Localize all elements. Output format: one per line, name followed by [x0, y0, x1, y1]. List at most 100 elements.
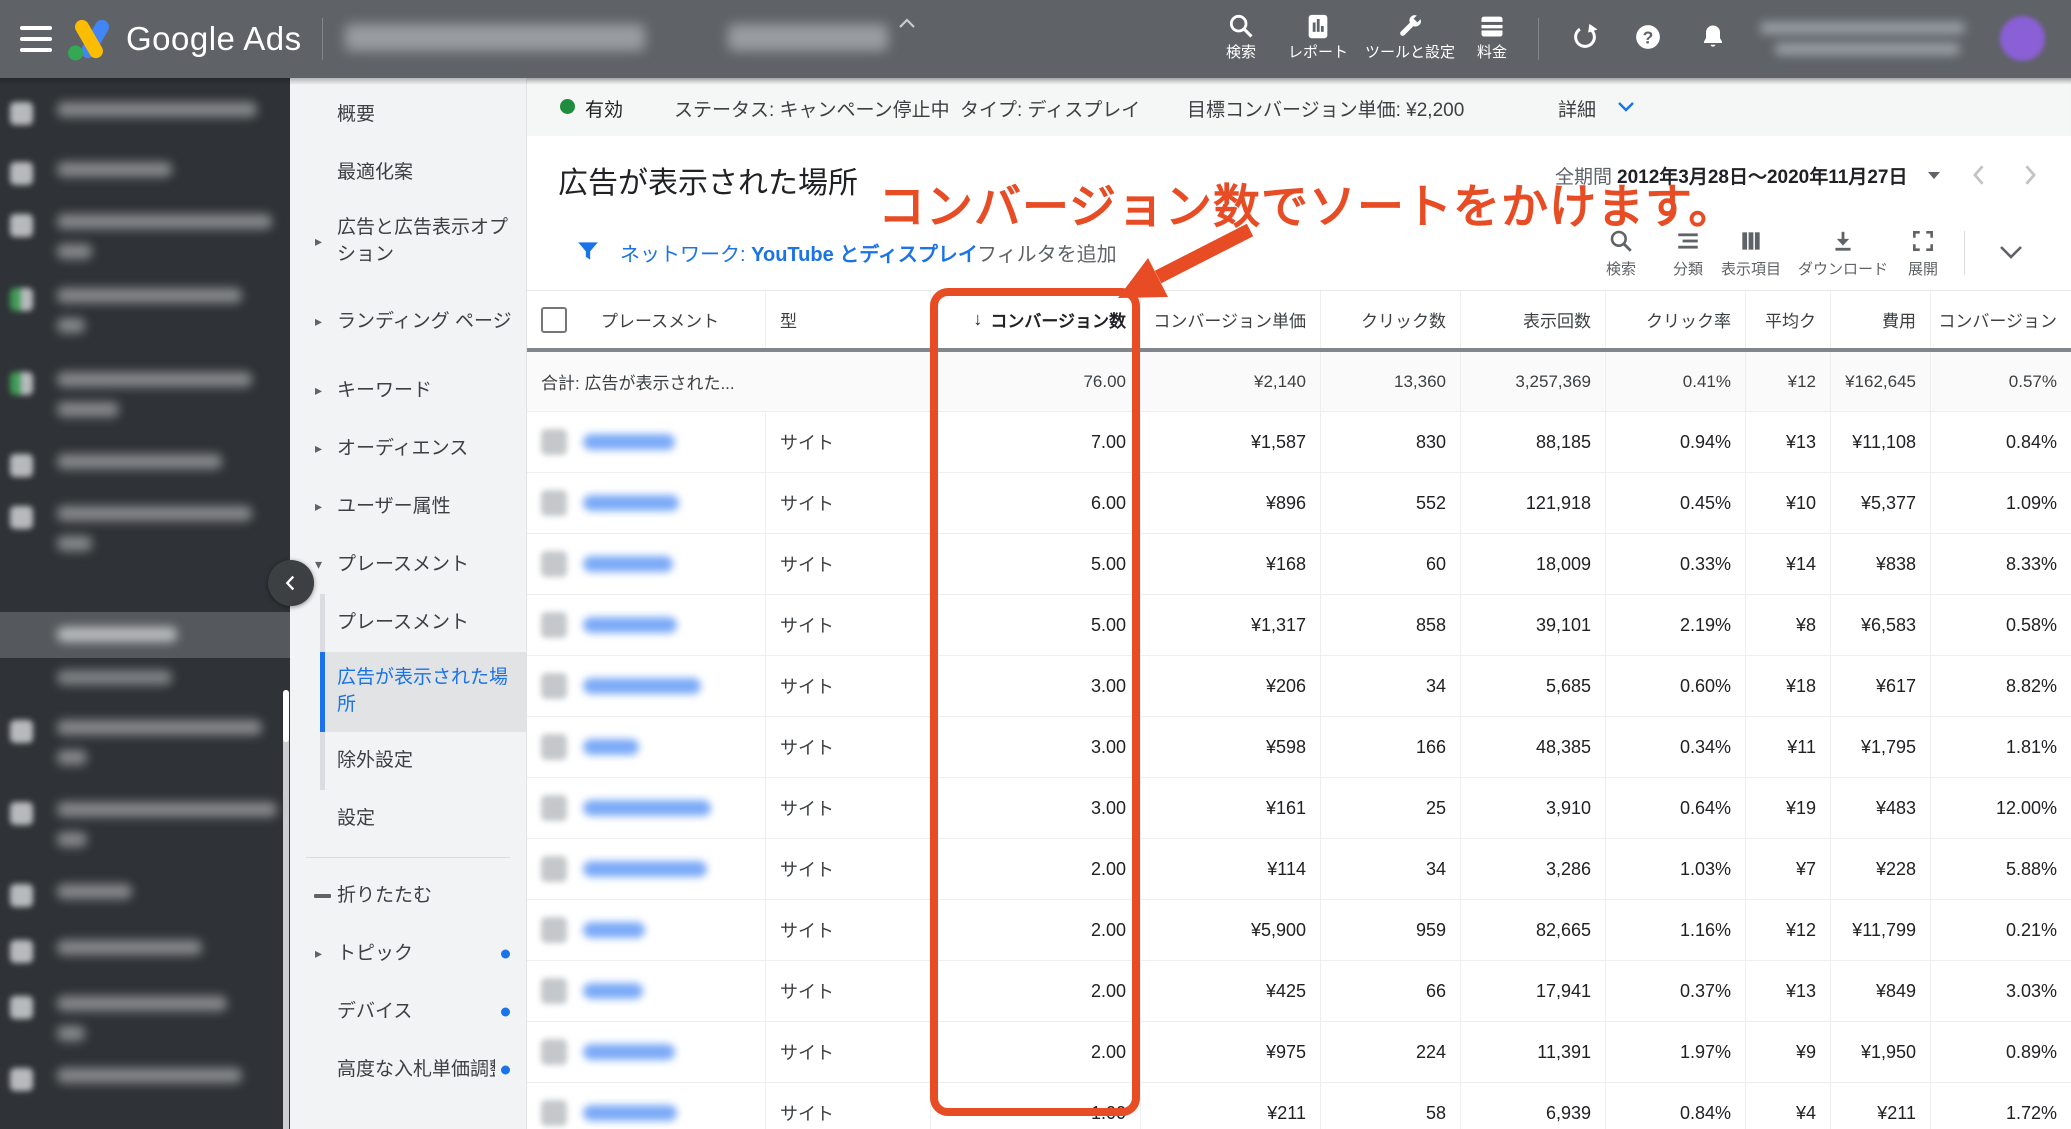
campaign-item-redacted[interactable]: [0, 156, 290, 196]
campaign-item-redacted[interactable]: [0, 796, 290, 868]
column-header-6[interactable]: クリック率: [1605, 291, 1745, 348]
column-header-2[interactable]: ↓ コンバージョン数: [930, 291, 1140, 348]
user-avatar[interactable]: [2000, 16, 2045, 61]
cell-placement: [527, 961, 765, 1021]
chevron-up-icon[interactable]: [897, 16, 917, 30]
column-header-4[interactable]: クリック数: [1320, 291, 1460, 348]
cell-conversions: 6.00: [930, 473, 1140, 533]
hamburger-menu-icon[interactable]: [20, 26, 52, 52]
redacted-text: [57, 1026, 85, 1041]
campaign-item-selected-redacted[interactable]: [0, 612, 290, 658]
network-filter-chip[interactable]: ネットワーク: YouTube とディスプレイ: [620, 238, 978, 267]
notifications-bell-icon[interactable]: [1698, 22, 1728, 52]
sidebar-collapse-button[interactable]: [268, 560, 314, 606]
placement-link-redacted[interactable]: [583, 556, 673, 572]
row-checkbox-redacted[interactable]: [541, 673, 567, 699]
next-date-button[interactable]: [2016, 160, 2044, 190]
row-checkbox-redacted[interactable]: [541, 795, 567, 821]
nav-item-advanced-bid-adjustments[interactable]: 高度な入札単価調整: [290, 1041, 526, 1099]
prev-date-button[interactable]: [1965, 160, 1993, 190]
date-dropdown-caret-icon[interactable]: [1927, 170, 1941, 180]
placement-link-redacted[interactable]: [583, 739, 639, 755]
columns-button[interactable]: 表示項目: [1709, 228, 1793, 279]
nav-item-exclusions[interactable]: 除外設定: [320, 732, 526, 790]
column-header-1[interactable]: 型: [765, 291, 930, 348]
row-checkbox-redacted[interactable]: [541, 551, 567, 577]
nav-item-devices[interactable]: デバイス: [290, 983, 526, 1041]
campaign-item-redacted[interactable]: [0, 878, 290, 918]
placement-link-redacted[interactable]: [583, 983, 643, 999]
cell-cost_per_conv: ¥425: [1140, 961, 1320, 1021]
row-checkbox-redacted[interactable]: [541, 856, 567, 882]
nav-item-placements[interactable]: ▾ プレースメント: [290, 536, 526, 594]
date-range-picker[interactable]: 2012年3月28日〜2020年11月27日: [1617, 162, 1907, 189]
topbar-billing-button[interactable]: 料金: [1444, 12, 1540, 62]
adgroup-selector-redacted[interactable]: [728, 24, 888, 51]
cell-type: サイト: [765, 595, 930, 655]
row-checkbox-redacted[interactable]: [541, 1100, 567, 1126]
date-range-period[interactable]: 全期間: [1555, 162, 1612, 189]
campaign-item-redacted[interactable]: [0, 1062, 290, 1102]
nav-item-keywords[interactable]: ▸ キーワード: [290, 362, 526, 420]
expand-icon: [1913, 231, 1933, 251]
campaign-selector-redacted[interactable]: [345, 24, 645, 51]
campaign-status-icon: [10, 162, 33, 185]
redacted-text: [57, 750, 87, 765]
campaign-item-redacted[interactable]: [0, 934, 290, 974]
nav-item-topics[interactable]: ▸ トピック: [290, 925, 526, 983]
nav-item-collapse-nav[interactable]: 折りたたむ: [290, 867, 526, 925]
collapse-table-chevron-icon[interactable]: [1997, 243, 2025, 261]
row-checkbox-redacted[interactable]: [541, 612, 567, 638]
nav-item-where-ads-shown[interactable]: 広告が表示された場所: [320, 652, 526, 732]
row-checkbox-redacted[interactable]: [541, 978, 567, 1004]
placement-link-redacted[interactable]: [583, 617, 677, 633]
column-header-7[interactable]: 平均ク: [1745, 291, 1830, 348]
campaign-item-redacted[interactable]: [0, 714, 290, 786]
column-header-8[interactable]: 費用: [1830, 291, 1930, 348]
add-filter-button[interactable]: フィルタを追加: [977, 238, 1117, 267]
row-checkbox-redacted[interactable]: [541, 490, 567, 516]
campaign-item-redacted[interactable]: [0, 990, 290, 1062]
placement-link-redacted[interactable]: [583, 800, 711, 816]
placement-link-redacted[interactable]: [583, 434, 675, 450]
campaign-item-redacted[interactable]: [0, 282, 290, 354]
nav-item-overview[interactable]: 概要: [290, 86, 526, 144]
refresh-icon[interactable]: [1570, 22, 1600, 52]
cell-clicks: 66: [1320, 961, 1460, 1021]
nav-item-demographics[interactable]: ▸ ユーザー属性: [290, 478, 526, 536]
filter-funnel-icon[interactable]: [575, 238, 601, 264]
nav-item-audiences[interactable]: ▸ オーディエンス: [290, 420, 526, 478]
placement-link-redacted[interactable]: [583, 861, 707, 877]
topbar-reports-button[interactable]: レポート: [1270, 12, 1366, 62]
row-checkbox-redacted[interactable]: [541, 917, 567, 943]
placement-link-redacted[interactable]: [583, 922, 645, 938]
row-checkbox-redacted[interactable]: [541, 1039, 567, 1065]
campaign-item-redacted[interactable]: [0, 366, 290, 438]
column-header-0[interactable]: プレースメント: [527, 291, 765, 348]
target-cpa: 目標コンバージョン単価: ¥2,200: [1187, 100, 1465, 121]
campaign-item-redacted[interactable]: [0, 96, 290, 136]
nav-item-landing-pages[interactable]: ▸ ランディング ページ: [290, 282, 526, 362]
nav-item-placements-sub[interactable]: プレースメント: [320, 594, 526, 652]
placement-link-redacted[interactable]: [583, 495, 679, 511]
nav-item-ads-extensions[interactable]: ▸ 広告と広告表示オプション: [290, 202, 526, 282]
download-button[interactable]: ダウンロード: [1798, 228, 1888, 279]
row-checkbox-redacted[interactable]: [541, 734, 567, 760]
expand-button[interactable]: 展開: [1881, 228, 1965, 279]
column-header-9[interactable]: コンバージョン: [1930, 291, 2071, 348]
help-icon[interactable]: ?: [1633, 22, 1663, 52]
nav-item-optimization[interactable]: 最適化案: [290, 144, 526, 202]
placement-link-redacted[interactable]: [583, 1105, 677, 1121]
nav-item-settings[interactable]: 設定: [290, 790, 526, 848]
campaign-item-redacted[interactable]: [0, 208, 290, 280]
campaign-item-redacted[interactable]: [0, 448, 290, 488]
column-header-3[interactable]: コンバージョン単価: [1140, 291, 1320, 348]
column-header-5[interactable]: 表示回数: [1460, 291, 1605, 348]
select-all-checkbox[interactable]: [541, 306, 567, 333]
details-button[interactable]: 詳細: [1558, 95, 1596, 122]
placement-link-redacted[interactable]: [583, 1044, 675, 1060]
chevron-down-icon[interactable]: [1616, 100, 1636, 114]
row-checkbox-redacted[interactable]: [541, 429, 567, 455]
placement-link-redacted[interactable]: [583, 678, 701, 694]
campaign-item-redacted[interactable]: [0, 500, 290, 572]
